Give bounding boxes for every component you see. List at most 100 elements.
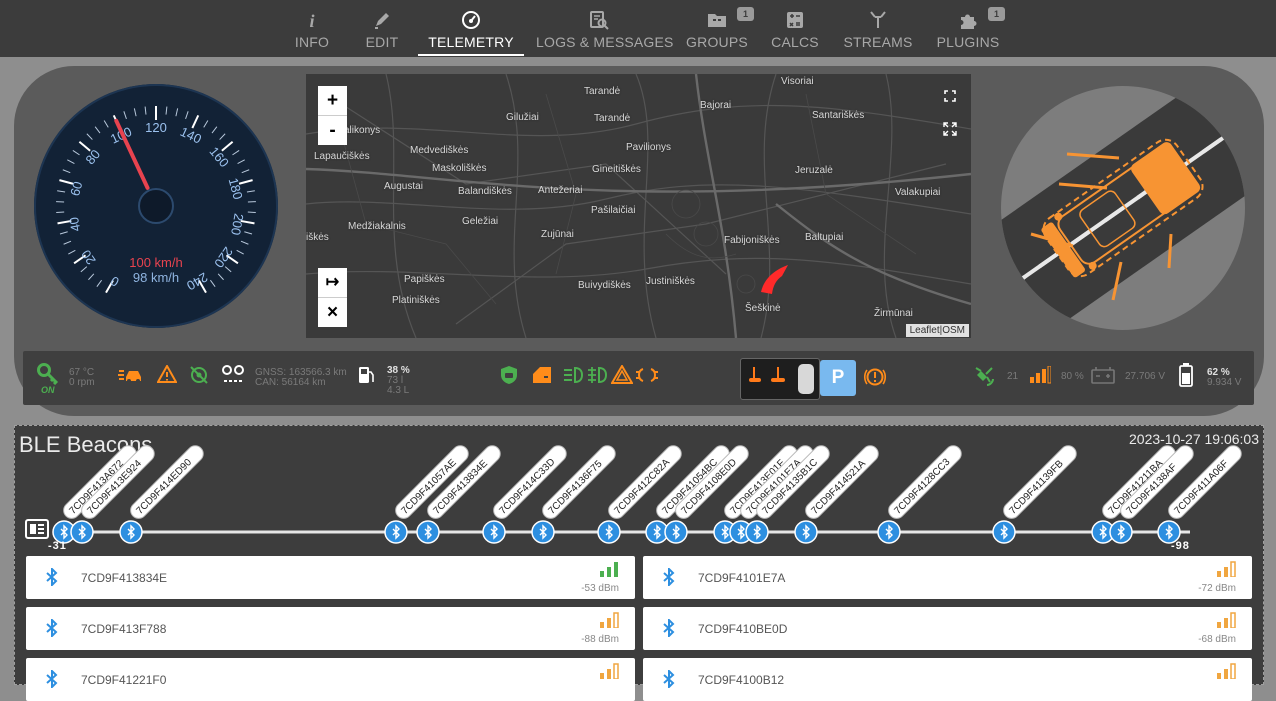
gauge-tick-label: 160 xyxy=(206,144,231,170)
map-place-label: Papiškės xyxy=(404,274,445,285)
signal-strength-icon xyxy=(1029,366,1051,384)
speedometer-dial: 020406080100120140160180200220240 xyxy=(34,84,278,328)
vehicle-view xyxy=(1001,86,1245,330)
ignition-label: ON xyxy=(41,385,55,395)
map-place-label: Pašilaičiai xyxy=(591,205,635,216)
shield-car-icon xyxy=(499,365,519,385)
gauge-tick xyxy=(67,160,74,164)
gauge-tick xyxy=(220,134,226,140)
map-place-label: Tarandė xyxy=(594,113,630,124)
tab-logs[interactable]: LOGS & MESSAGES xyxy=(536,0,662,57)
tab-label: STREAMS xyxy=(842,34,914,50)
ble-beacon-card[interactable]: 7CD9F410BE0D -68 dBm xyxy=(643,607,1252,650)
distance-pin-icon xyxy=(221,363,245,385)
map-place-label: iškės xyxy=(306,232,329,243)
hazard-icon xyxy=(611,365,633,384)
low-beam-icon xyxy=(563,366,585,384)
log-search-icon xyxy=(589,10,609,30)
door-open-icon xyxy=(531,365,553,385)
ignition-key-icon xyxy=(37,363,59,385)
tab-edit[interactable]: EDIT xyxy=(356,0,408,57)
beacon-rssi: -68 dBm xyxy=(1198,634,1236,645)
map-place-label: Baltupiai xyxy=(805,232,843,243)
fuel-rate: 4.3 L xyxy=(387,386,409,396)
map-place-label: Justiniškės xyxy=(646,276,695,287)
gauge-tick xyxy=(238,160,245,164)
clear-button[interactable]: × xyxy=(318,298,347,327)
fullscreen-icon[interactable] xyxy=(944,90,956,102)
bluetooth-icon xyxy=(46,619,58,642)
status-bar: ON 67 °C 0 rpm GNSS: 163566.3 km CAN: 56… xyxy=(23,351,1254,405)
bluetooth-icon xyxy=(46,568,58,591)
ble-scale-min: -31 xyxy=(48,540,67,552)
gauge-tick xyxy=(232,150,239,154)
beacon-id: 7CD9F413834E xyxy=(81,571,167,585)
map-place-label: Gineitiškės xyxy=(592,164,641,175)
gauge-tick-label: 120 xyxy=(145,120,167,135)
beacon-id: 7CD9F4101E7A xyxy=(698,571,785,585)
external-voltage: 27.706 V xyxy=(1125,372,1165,382)
bluetooth-icon xyxy=(663,568,675,591)
zoom-out-button[interactable]: - xyxy=(318,116,347,145)
headlights-car-icon xyxy=(117,367,145,383)
ble-beacon-card[interactable]: 7CD9F413F788-88 dBm xyxy=(26,607,635,650)
battery-voltage: 9.934 V xyxy=(1207,378,1241,388)
beacon-id: 7CD9F41221F0 xyxy=(81,673,166,687)
map[interactable]: VisoriaiTarandėBajoraiGilužiaiTarandėSan… xyxy=(306,74,971,338)
ble-beacon-card[interactable]: 7CD9F413834E-53 dBm xyxy=(26,556,635,599)
tab-label: LOGS & MESSAGES xyxy=(536,34,662,50)
satellite-icon xyxy=(973,365,997,387)
streams-icon xyxy=(868,10,888,30)
gauge-tick-label: 140 xyxy=(178,124,204,147)
tab-label: TELEMETRY xyxy=(418,34,524,50)
ble-beacon-card[interactable]: 7CD9F4101E7A-72 dBm xyxy=(643,556,1252,599)
map-place-label: Antežeriai xyxy=(538,185,582,196)
ble-beacon-card[interactable]: 7CD9F4100B12 xyxy=(643,658,1252,701)
map-place-label: Žirmūnai xyxy=(874,308,913,319)
folder-icon xyxy=(707,10,727,30)
map-place-label: Lapaučiškės xyxy=(314,151,370,162)
zoom-in-button[interactable]: + xyxy=(318,86,347,116)
battery-icon xyxy=(1179,363,1193,387)
gauge-tick xyxy=(204,121,208,128)
map-place-label: Valakupiai xyxy=(895,187,940,198)
satellite-count: 21 xyxy=(1007,372,1018,382)
route-button[interactable]: ↦ xyxy=(318,268,347,298)
beacon-id: 7CD9F410BE0D xyxy=(698,622,787,636)
pencil-icon xyxy=(372,10,392,30)
speed-primary: 100 km/h xyxy=(34,255,278,270)
tab-groups[interactable]: GROUPS1 xyxy=(684,0,750,57)
gauge-tick xyxy=(56,212,64,213)
map-attribution[interactable]: Leaflet|OSM xyxy=(906,324,969,337)
parking-lights-icon xyxy=(635,366,659,384)
tab-telemetry[interactable]: TELEMETRY xyxy=(418,0,524,57)
speedometer: 020406080100120140160180200220240 100 km… xyxy=(34,84,278,328)
map-place-label: Buivydiškės xyxy=(578,280,631,291)
ble-beacon-card[interactable]: 7CD9F41221F0 xyxy=(26,658,635,701)
table-view-icon[interactable] xyxy=(25,519,49,539)
bluetooth-icon xyxy=(46,670,58,693)
beacon-id: 7CD9F413F788 xyxy=(81,622,166,636)
gauge-tick xyxy=(145,107,146,115)
gauge-tick xyxy=(124,111,127,119)
tab-info[interactable]: iINFO xyxy=(282,0,342,57)
gauge-tick xyxy=(60,232,68,234)
info-icon: i xyxy=(302,10,322,30)
gauge-tick-label: 200 xyxy=(228,212,247,236)
gauge-tick xyxy=(104,121,108,128)
tab-calcs[interactable]: CALCS xyxy=(768,0,822,57)
tab-streams[interactable]: STREAMS xyxy=(842,0,914,57)
tab-label: PLUGINS xyxy=(934,34,1002,50)
ble-scale-max: -98 xyxy=(1171,540,1190,552)
expand-icon[interactable] xyxy=(943,122,957,136)
map-place-label: Medžiakalnis xyxy=(348,221,406,232)
ble-timestamp: 2023-10-27 19:06:03 xyxy=(1129,431,1259,447)
gsm-level: 80 % xyxy=(1061,372,1084,382)
tab-plugins[interactable]: PLUGINS1 xyxy=(934,0,1002,57)
gauge-tick xyxy=(63,170,70,173)
gauge-tick xyxy=(248,212,256,213)
gauge-tick xyxy=(247,191,255,192)
map-place-label: Šeškinė xyxy=(745,303,781,314)
svg-text:i: i xyxy=(309,11,314,30)
fuel-pump-icon xyxy=(357,365,375,385)
